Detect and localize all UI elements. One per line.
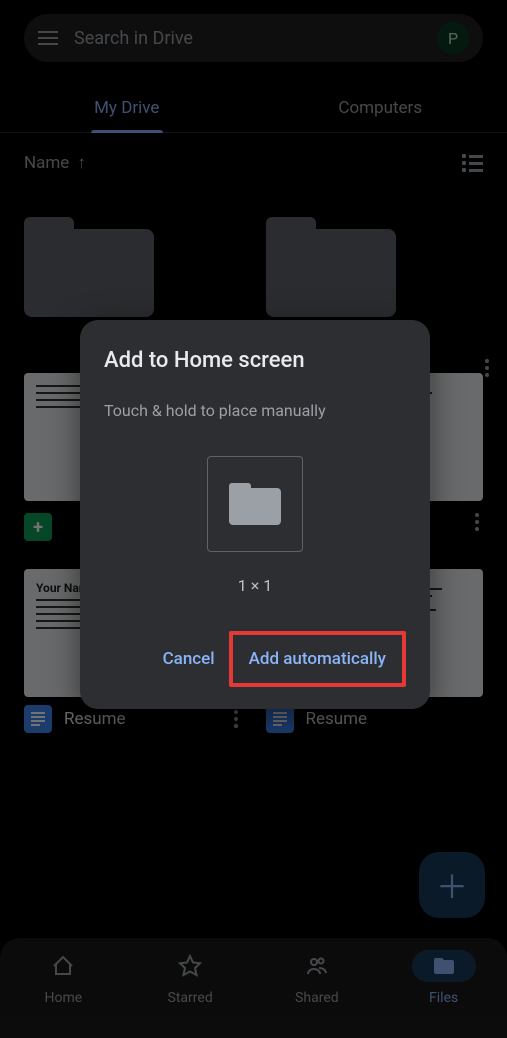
search-bar[interactable]: Search in Drive P [24,14,483,62]
folder-icon [229,483,281,525]
star-icon [178,954,202,978]
nav-files[interactable]: Files [380,950,507,1038]
docs-icon [24,705,52,733]
sort-button[interactable]: Name ↑ [24,153,86,173]
list-header: Name ↑ [0,133,507,193]
add-to-home-dialog: Add to Home screen Touch & hold to place… [80,320,430,709]
plus-icon: ＋ [436,862,468,908]
nav-label: Home [45,990,83,1006]
people-icon [305,954,329,978]
nav-starred[interactable]: Starred [127,950,254,1038]
nav-label: Starred [168,990,213,1006]
nav-shared[interactable]: Shared [254,950,381,1038]
folder-icon [266,217,396,317]
arrow-up-icon: ↑ [77,153,86,173]
widget-box [207,456,303,552]
tabs: My Drive Computers [0,84,507,133]
folder-item[interactable] [266,217,484,317]
file-name: Resume [306,709,368,729]
view-toggle-icon[interactable] [462,154,483,172]
widget-size-label: 1 × 1 [238,576,272,595]
avatar[interactable]: P [437,22,469,54]
nav-label: Shared [295,990,339,1006]
docs-icon [266,705,294,733]
home-icon [51,954,75,978]
add-automatically-button[interactable]: Add automatically [235,639,400,679]
folder-item[interactable] [24,217,242,317]
nav-home[interactable]: Home [0,950,127,1038]
fab-add-button[interactable]: ＋ [419,852,485,918]
sheets-icon: + [24,513,52,541]
sort-label: Name [24,153,69,173]
search-placeholder: Search in Drive [74,28,437,49]
cancel-button[interactable]: Cancel [149,639,229,679]
dialog-title: Add to Home screen [104,348,406,373]
menu-icon[interactable] [38,31,58,45]
tab-computers[interactable]: Computers [254,84,507,132]
dialog-actions: Cancel Add automatically [104,631,406,687]
more-icon[interactable] [471,509,483,535]
bottom-nav: Home Starred Shared Files [0,938,507,1038]
nav-label: Files [429,990,458,1006]
dialog-subtitle: Touch & hold to place manually [104,401,406,420]
highlight-annotation: Add automatically [229,631,406,687]
tab-my-drive[interactable]: My Drive [0,84,254,132]
folder-icon [24,217,154,317]
widget-preview[interactable]: 1 × 1 [104,456,406,595]
more-icon[interactable] [230,706,242,732]
more-icon[interactable] [481,355,493,381]
folder-icon [432,954,456,978]
file-name: Resume [64,709,126,729]
